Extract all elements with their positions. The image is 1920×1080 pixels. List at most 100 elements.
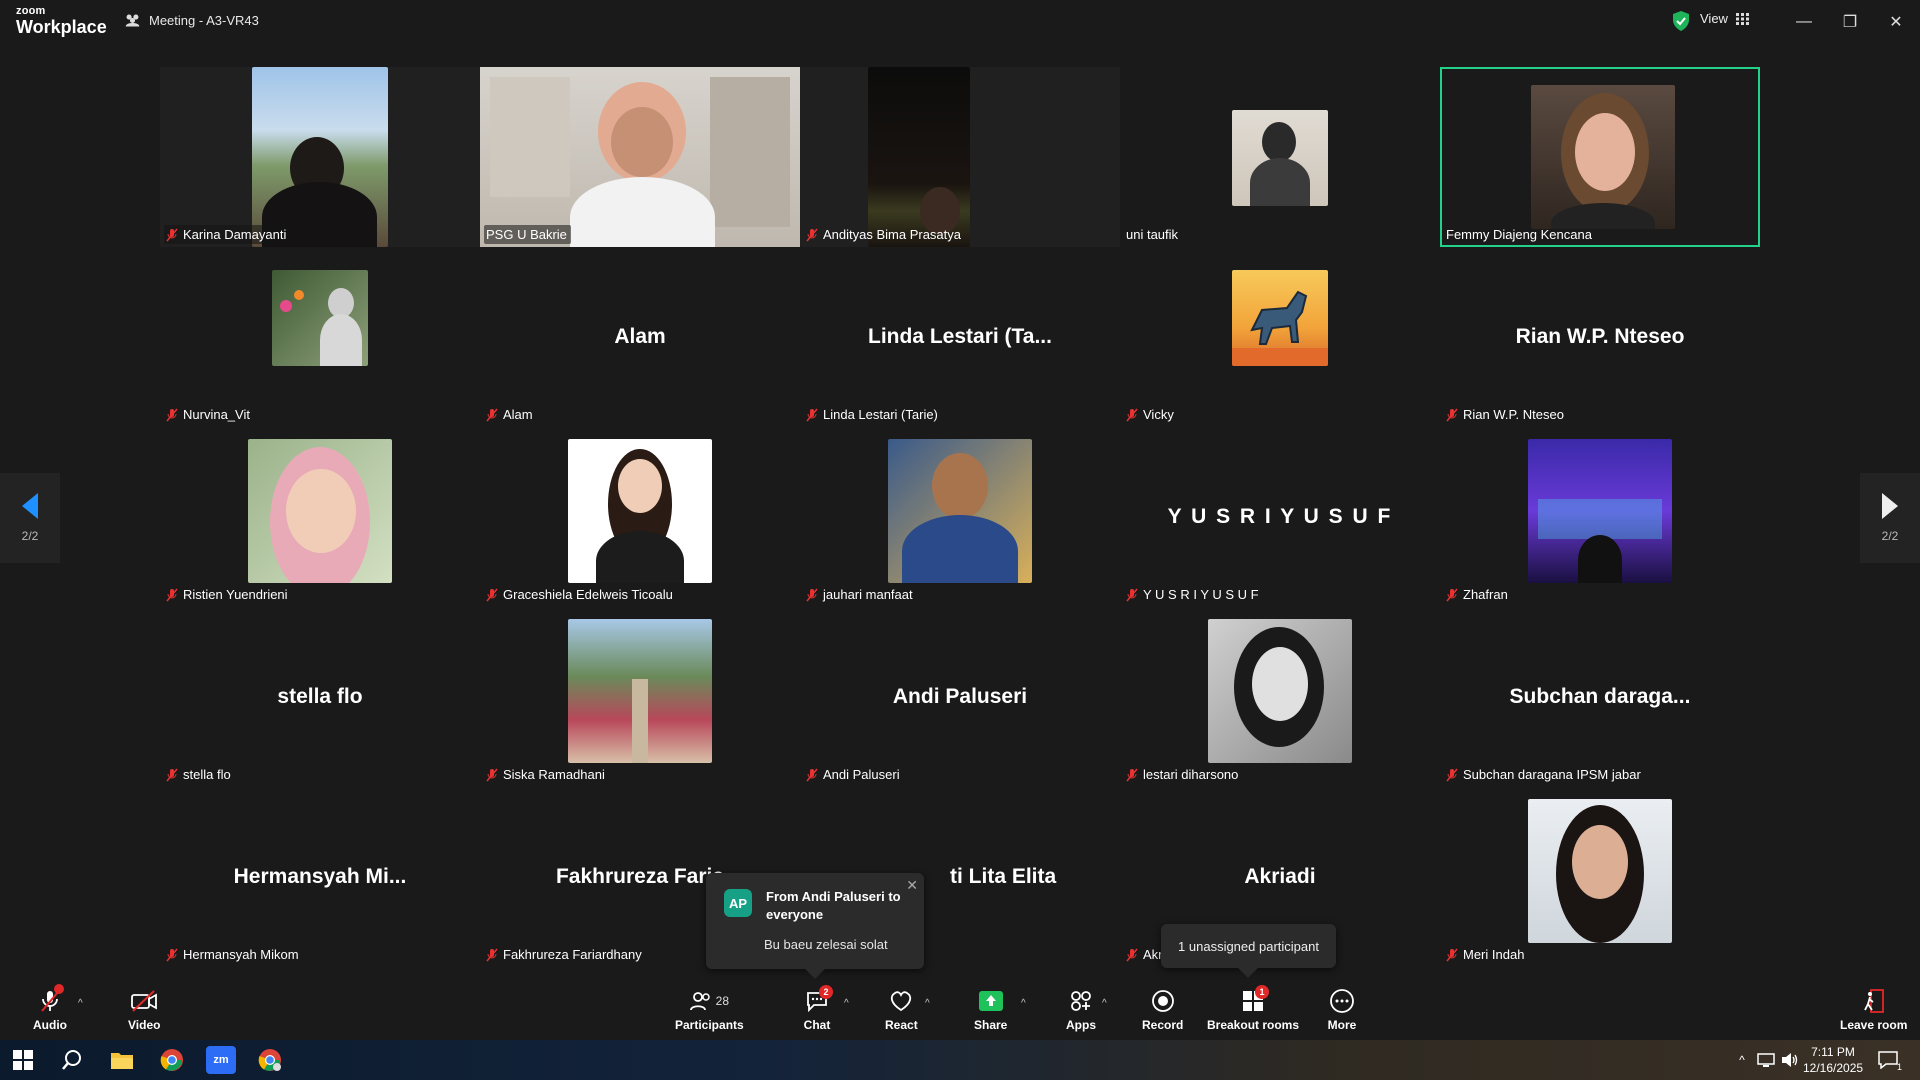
video-label: Video (128, 1018, 161, 1032)
breakout-rooms-button[interactable]: 1 Breakout rooms (1207, 985, 1299, 1032)
file-explorer-icon[interactable] (108, 1046, 136, 1074)
mic-muted-icon (1446, 768, 1458, 781)
encryption-shield-icon[interactable] (1671, 10, 1691, 32)
grid-view-icon (1735, 12, 1749, 25)
mic-muted-icon (1446, 408, 1458, 421)
participant-display-name: Rian W.P. Nteseo (1515, 325, 1685, 348)
notifications-icon[interactable]: 1 (1874, 1046, 1902, 1074)
mic-muted-icon (1126, 768, 1138, 781)
participant-name: Rian W.P. Nteseo (1463, 407, 1564, 422)
participant-name: Linda Lestari (Tarie) (823, 407, 938, 422)
close-icon[interactable]: ✕ (906, 877, 918, 894)
audio-label: Audio (33, 1018, 67, 1032)
participant-tile[interactable]: Andityas Bima Prasatya (800, 67, 1120, 247)
apps-options-chevron-icon[interactable]: ^ (1102, 998, 1107, 1009)
mic-muted-icon (806, 228, 818, 241)
system-clock[interactable]: 7:11 PM 12/16/2025 (1803, 1044, 1863, 1076)
participant-display-name: Alam (614, 325, 666, 348)
participant-tile[interactable]: Linda Lestari (Ta... Linda Lestari (Tari… (800, 247, 1120, 427)
react-label: React (885, 1018, 918, 1032)
participant-tile[interactable]: stella flo stella flo (160, 607, 480, 787)
audio-options-chevron-icon[interactable]: ^ (78, 998, 83, 1009)
more-label: More (1327, 1018, 1357, 1032)
participant-name-label: Andi Paluseri (804, 765, 904, 784)
react-options-chevron-icon[interactable]: ^ (925, 998, 930, 1009)
participant-tile[interactable]: uni taufik (1120, 67, 1440, 247)
participant-tile[interactable]: Meri Indah (1440, 787, 1760, 967)
next-page-button[interactable]: 2/2 (1860, 473, 1920, 563)
participant-name: Femmy Diajeng Kencana (1446, 227, 1592, 242)
participant-tile[interactable]: Hermansyah Mi... Hermansyah Mikom (160, 787, 480, 967)
mic-muted-icon (486, 408, 498, 421)
zoom-logo: zoom Workplace (16, 6, 107, 37)
share-label: Share (974, 1018, 1008, 1032)
participant-tile[interactable]: Siska Ramadhani (480, 607, 800, 787)
video-button[interactable]: Video (128, 988, 160, 1032)
clock-date: 12/16/2025 (1803, 1061, 1864, 1075)
restore-icon[interactable]: ❐ (1838, 10, 1862, 34)
participant-tile[interactable]: Zhafran (1440, 427, 1760, 607)
chrome-profile-icon[interactable] (256, 1046, 284, 1074)
audio-button[interactable]: Audio (33, 984, 67, 1032)
leave-room-button[interactable]: Leave room (1840, 988, 1907, 1032)
participant-tile[interactable]: jauhari manfaat (800, 427, 1120, 607)
chat-button[interactable]: 2 Chat (801, 985, 833, 1032)
view-label: View (1700, 11, 1728, 26)
horse-illustration-icon (1232, 290, 1328, 366)
participant-tile[interactable]: Nurvina_Vit (160, 247, 480, 427)
volume-icon[interactable] (1776, 1046, 1804, 1074)
participant-tile[interactable]: Alam Alam (480, 247, 800, 427)
zoom-taskbar-icon[interactable]: zm (206, 1046, 236, 1074)
mic-muted-icon (166, 408, 178, 421)
participant-tile[interactable]: Ristien Yuendrieni (160, 427, 480, 607)
participant-tile[interactable]: Rian W.P. Nteseo Rian W.P. Nteseo (1440, 247, 1760, 427)
close-icon[interactable]: ✕ (1884, 10, 1908, 34)
leave-door-icon (1863, 989, 1884, 1013)
participants-button[interactable]: 28 Participants (675, 988, 744, 1032)
record-button[interactable]: Record (1142, 988, 1183, 1032)
chat-options-chevron-icon[interactable]: ^ (844, 998, 849, 1009)
participants-icon (689, 992, 710, 1011)
windows-start-icon[interactable] (9, 1046, 37, 1074)
share-button[interactable]: Share (974, 988, 1007, 1032)
meeting-title[interactable]: Meeting - A3-VR43 (124, 12, 259, 29)
share-options-chevron-icon[interactable]: ^ (1021, 998, 1026, 1009)
participant-tile[interactable]: Karina Damayanti (160, 67, 480, 247)
participant-avatar (1531, 85, 1675, 229)
view-button[interactable]: View (1700, 11, 1750, 26)
chrome-icon[interactable] (158, 1046, 186, 1074)
minimize-icon[interactable]: — (1792, 10, 1816, 34)
participant-name: Alam (503, 407, 533, 422)
participant-name: Meri Indah (1463, 947, 1525, 962)
participant-tile[interactable]: Andi Paluseri Andi Paluseri (800, 607, 1120, 787)
participant-tile[interactable]: Subchan daraga... Subchan daragana IPSM … (1440, 607, 1760, 787)
record-icon (1151, 990, 1174, 1012)
participant-tile[interactable]: Y U S R I Y U S U F Y U S R I Y U S U F (1120, 427, 1440, 607)
participant-tile[interactable]: Vicky (1120, 247, 1440, 427)
participants-group-icon (125, 14, 140, 27)
participant-tile[interactable]: PSG U Bakrie (480, 67, 800, 247)
mic-muted-icon (486, 768, 498, 781)
popup-caret (805, 959, 825, 979)
participant-tile[interactable]: lestari diharsono (1120, 607, 1440, 787)
participant-tile[interactable]: Graceshiela Edelweis Ticoalu (480, 427, 800, 607)
previous-page-button[interactable]: 2/2 (0, 473, 60, 563)
participant-display-name: Hermansyah Mi... (233, 865, 407, 888)
leave-room-label: Leave room (1840, 1018, 1908, 1032)
participant-name-label: Meri Indah (1444, 945, 1528, 964)
participant-tile-active-speaker[interactable]: Femmy Diajeng Kencana (1440, 67, 1760, 247)
chat-unread-badge: 2 (819, 985, 833, 999)
more-button[interactable]: More (1326, 988, 1358, 1032)
participants-count: 28 (715, 994, 730, 1008)
react-button[interactable]: React (885, 988, 918, 1032)
apps-button[interactable]: Apps (1065, 988, 1097, 1032)
more-icon (1330, 989, 1354, 1013)
apps-label: Apps (1066, 1018, 1096, 1032)
title-bar: zoom Workplace Meeting - A3-VR43 View — … (0, 0, 1920, 44)
participant-display-name: stella flo (277, 685, 363, 708)
search-icon[interactable] (58, 1046, 86, 1074)
participant-name: Akr (1143, 947, 1163, 962)
record-label: Record (1142, 1018, 1184, 1032)
chat-notification-popup[interactable]: AP From Andi Paluseri to everyone Bu bae… (706, 873, 924, 979)
mic-muted-icon (486, 948, 498, 961)
